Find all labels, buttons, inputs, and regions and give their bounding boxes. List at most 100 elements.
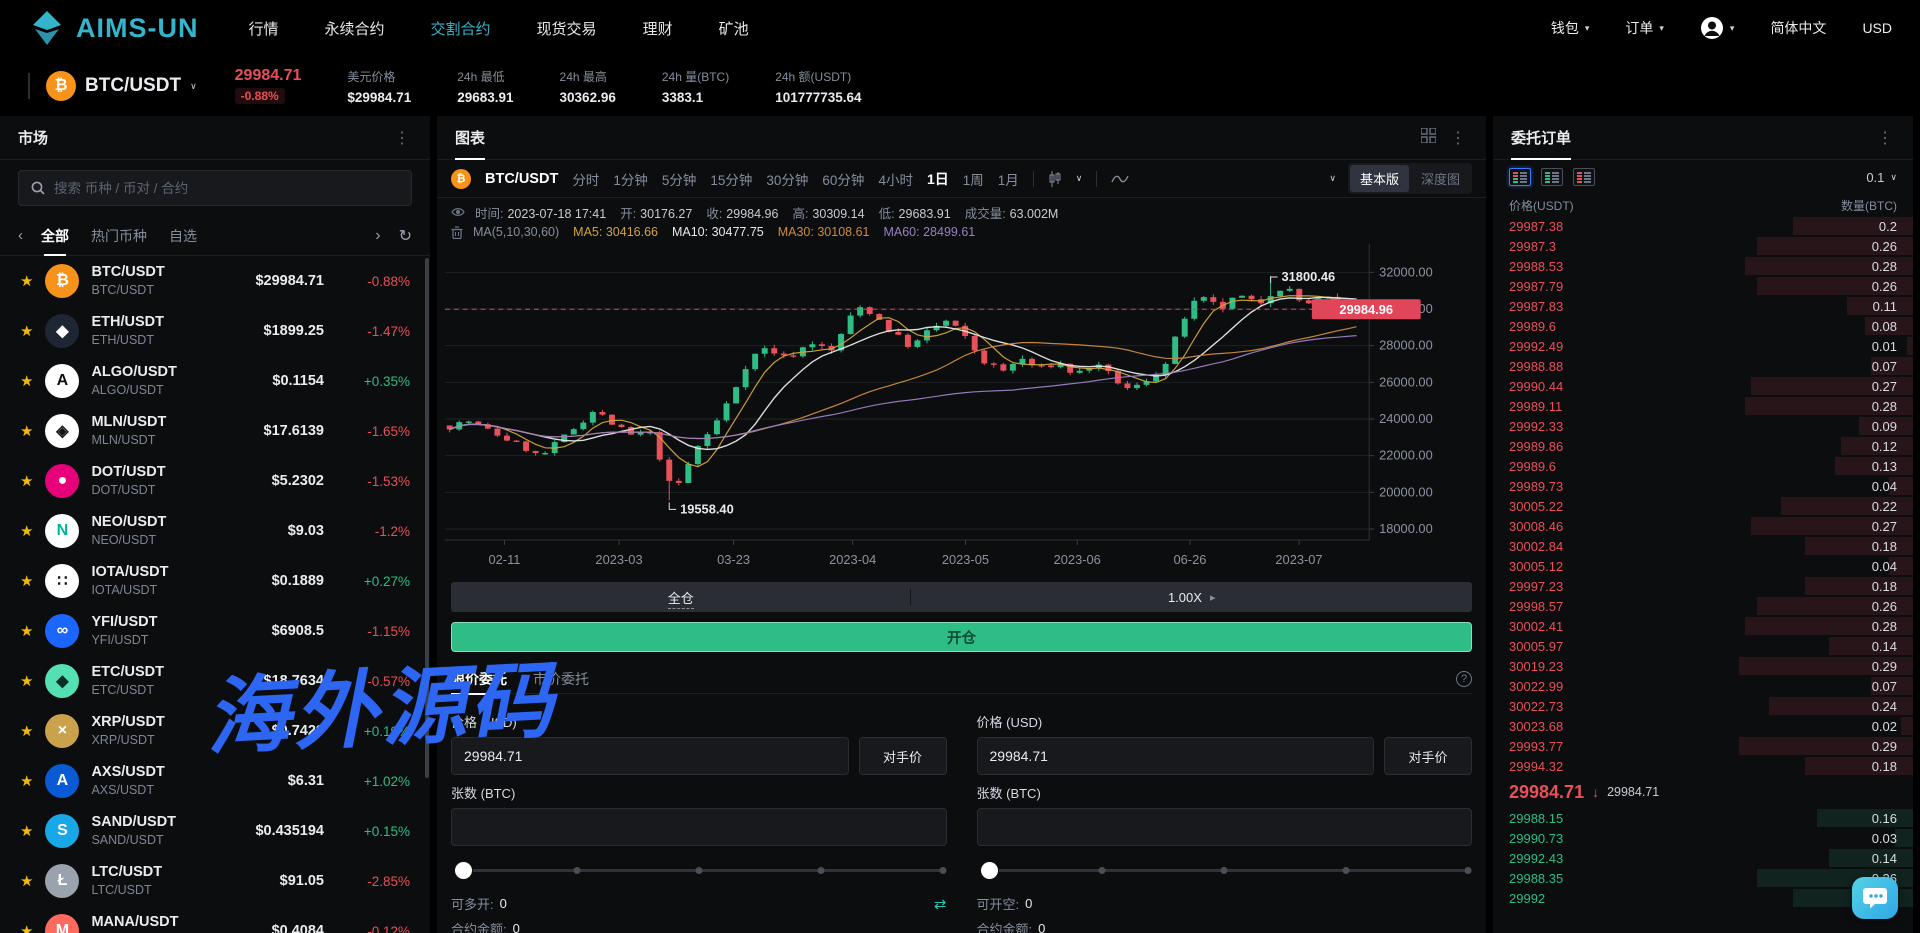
ask-row[interactable]: 30005.220.22: [1493, 496, 1913, 516]
favorite-star-icon[interactable]: ★: [20, 322, 33, 340]
market-row[interactable]: ★MMANA/USDTMANA/USDT$0.4084-0.12%: [0, 906, 430, 933]
orderbook-view-both-icon[interactable]: [1509, 168, 1531, 186]
timeframe-option[interactable]: 分时: [572, 169, 599, 189]
ask-row[interactable]: 30005.970.14: [1493, 636, 1913, 656]
slider-dot[interactable]: [695, 867, 702, 874]
market-tab[interactable]: 自选: [169, 216, 197, 256]
bid-row[interactable]: 29992.430.14: [1493, 848, 1913, 868]
ask-row[interactable]: 29987.380.2: [1493, 216, 1913, 236]
ask-row[interactable]: 30008.460.27: [1493, 516, 1913, 536]
bid-row[interactable]: 29990.730.03: [1493, 828, 1913, 848]
orderbook-view-bids-icon[interactable]: [1541, 168, 1563, 186]
timeframe-option[interactable]: 60分钟: [822, 169, 864, 189]
counterparty-price-button[interactable]: 对手价: [1384, 737, 1472, 775]
scrollbar[interactable]: [425, 258, 429, 778]
account-menu[interactable]: ▾: [1700, 16, 1735, 40]
bid-row[interactable]: 29988.350.26: [1493, 868, 1913, 888]
chart-view-tab[interactable]: 深度图: [1411, 165, 1470, 192]
market-row[interactable]: ★SSAND/USDTSAND/USDT$0.435194+0.15%: [0, 806, 430, 856]
market-row[interactable]: ★×XRP/USDTXRP/USDT$0.7429+0.19%: [0, 706, 430, 756]
short-amount-input[interactable]: [977, 808, 1473, 846]
ask-row[interactable]: 29994.320.18: [1493, 756, 1913, 776]
precision-dropdown[interactable]: 0.1 ∨: [1866, 170, 1897, 185]
favorite-star-icon[interactable]: ★: [20, 422, 33, 440]
ask-row[interactable]: 29997.230.18: [1493, 576, 1913, 596]
market-row[interactable]: ★∞YFI/USDTYFI/USDT$6908.5-1.15%: [0, 606, 430, 656]
timeframe-option[interactable]: 15分钟: [710, 169, 752, 189]
ask-row[interactable]: 30002.410.28: [1493, 616, 1913, 636]
slider-thumb[interactable]: [981, 862, 998, 879]
orders-menu[interactable]: 订单▾: [1625, 18, 1664, 38]
pair-selector[interactable]: ₿ BTC/USDT ∨: [46, 71, 197, 101]
ask-row[interactable]: 29990.440.27: [1493, 376, 1913, 396]
ask-row[interactable]: 30022.990.07: [1493, 676, 1913, 696]
kebab-menu-icon[interactable]: ⋮: [394, 128, 412, 148]
ask-row[interactable]: 29989.730.04: [1493, 476, 1913, 496]
orderbook-view-asks-icon[interactable]: [1573, 168, 1595, 186]
refresh-icon[interactable]: ↻: [399, 226, 412, 246]
candlestick-chart[interactable]: 32000.0030000.0028000.0026000.0024000.00…: [437, 244, 1486, 574]
market-row[interactable]: ★∷IOTA/USDTIOTA/USDT$0.1889+0.27%: [0, 556, 430, 606]
ask-row[interactable]: 29989.60.13: [1493, 456, 1913, 476]
slider-dot[interactable]: [1099, 867, 1106, 874]
margin-mode-button[interactable]: 全仓: [451, 588, 910, 607]
timeframe-option[interactable]: 1周: [963, 169, 984, 189]
margin-leverage-bar[interactable]: 全仓 1.00X ▸: [451, 582, 1472, 612]
favorite-star-icon[interactable]: ★: [20, 872, 33, 890]
long-amount-input[interactable]: [451, 808, 947, 846]
ask-row[interactable]: 29993.770.29: [1493, 736, 1913, 756]
bid-row[interactable]: 299920.2: [1493, 888, 1913, 908]
favorite-star-icon[interactable]: ★: [20, 822, 33, 840]
tab-market-order[interactable]: 市价委托: [533, 664, 589, 694]
ask-row[interactable]: 29992.330.09: [1493, 416, 1913, 436]
market-row[interactable]: ★AALGO/USDTALGO/USDT$0.1154+0.35%: [0, 356, 430, 406]
favorite-star-icon[interactable]: ★: [20, 372, 33, 390]
market-row[interactable]: ★₿BTC/USDTBTC/USDT$29984.71-0.88%: [0, 256, 430, 306]
candlestick-style-icon[interactable]: [1048, 171, 1062, 187]
ask-row[interactable]: 29987.30.26: [1493, 236, 1913, 256]
nav-menu-item[interactable]: 永续合约: [325, 18, 385, 39]
chat-support-button[interactable]: [1852, 877, 1898, 919]
trash-icon[interactable]: [451, 226, 463, 239]
counterparty-price-button[interactable]: 对手价: [859, 737, 947, 775]
nav-menu-item[interactable]: 矿池: [719, 18, 749, 39]
slider-thumb[interactable]: [455, 862, 472, 879]
bid-row[interactable]: 29988.150.16: [1493, 808, 1913, 828]
currency-select[interactable]: USD: [1862, 20, 1892, 36]
help-icon[interactable]: ?: [1456, 671, 1472, 687]
timeframe-option[interactable]: 4小时: [878, 169, 913, 189]
kebab-menu-icon[interactable]: ⋮: [1877, 128, 1895, 148]
tab-limit-order[interactable]: 限价委托: [451, 664, 507, 694]
ask-row[interactable]: 30022.730.24: [1493, 696, 1913, 716]
slider-dot[interactable]: [1221, 867, 1228, 874]
ask-row[interactable]: 29998.570.26: [1493, 596, 1913, 616]
brand-logo[interactable]: AIMS-UN: [28, 9, 199, 47]
slider-dot[interactable]: [939, 867, 946, 874]
ask-row[interactable]: 29987.790.26: [1493, 276, 1913, 296]
ask-row[interactable]: 29989.110.28: [1493, 396, 1913, 416]
long-price-input[interactable]: [451, 737, 849, 775]
favorite-star-icon[interactable]: ★: [20, 772, 33, 790]
market-search-input[interactable]: [54, 181, 399, 196]
ask-row[interactable]: 29992.490.01: [1493, 336, 1913, 356]
slider-dot[interactable]: [573, 867, 580, 874]
short-price-input[interactable]: [977, 737, 1375, 775]
slider-dot[interactable]: [1465, 867, 1472, 874]
slider-dot[interactable]: [817, 867, 824, 874]
chevron-down-icon[interactable]: ∨: [1329, 173, 1336, 184]
market-row[interactable]: ★NNEO/USDTNEO/USDT$9.03-1.2%: [0, 506, 430, 556]
ask-row[interactable]: 30023.680.02: [1493, 716, 1913, 736]
indicator-line-icon[interactable]: [1111, 174, 1129, 184]
ask-row[interactable]: 30019.230.29: [1493, 656, 1913, 676]
kebab-menu-icon[interactable]: ⋮: [1450, 128, 1468, 148]
ask-row[interactable]: 30002.840.18: [1493, 536, 1913, 556]
long-amount-slider[interactable]: [455, 858, 943, 884]
ask-row[interactable]: 29989.60.08: [1493, 316, 1913, 336]
eye-icon[interactable]: [451, 207, 465, 217]
nav-menu-item[interactable]: 行情: [249, 18, 279, 39]
ask-row[interactable]: 29989.860.12: [1493, 436, 1913, 456]
chart-view-tab[interactable]: 基本版: [1350, 165, 1409, 192]
chevron-down-icon[interactable]: ∨: [1076, 173, 1083, 184]
favorite-star-icon[interactable]: ★: [20, 572, 33, 590]
timeframe-option[interactable]: 30分钟: [766, 169, 808, 189]
